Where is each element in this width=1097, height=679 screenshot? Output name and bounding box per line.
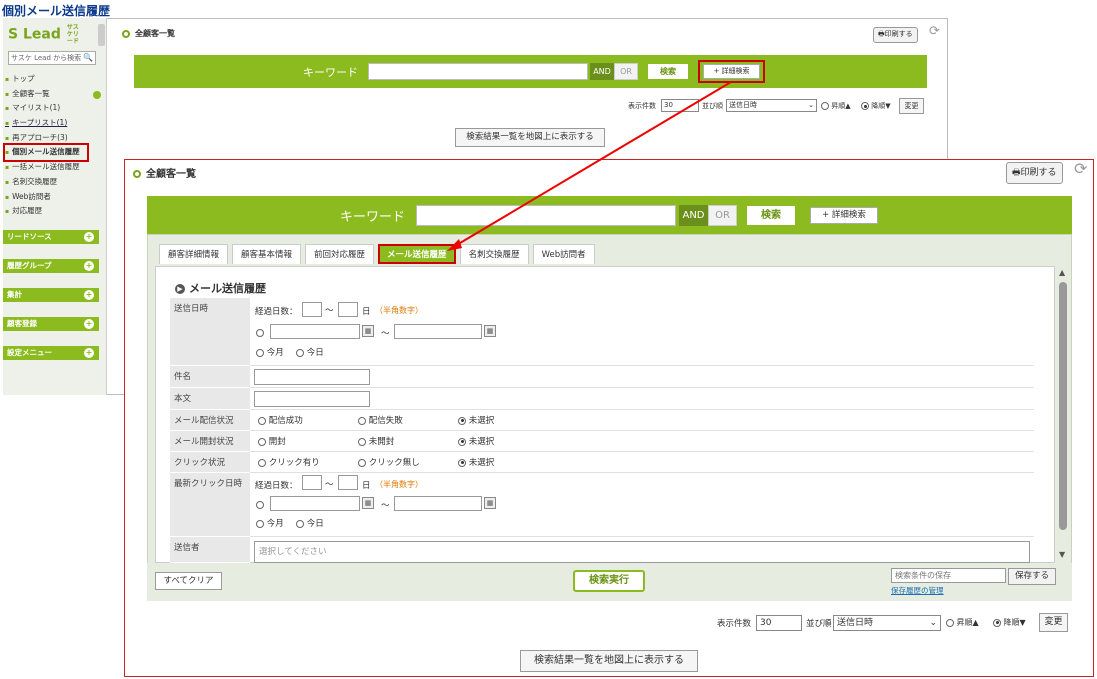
annotation-arrow — [447, 81, 732, 251]
arrow-head — [447, 239, 462, 251]
arrow-line — [454, 81, 732, 247]
